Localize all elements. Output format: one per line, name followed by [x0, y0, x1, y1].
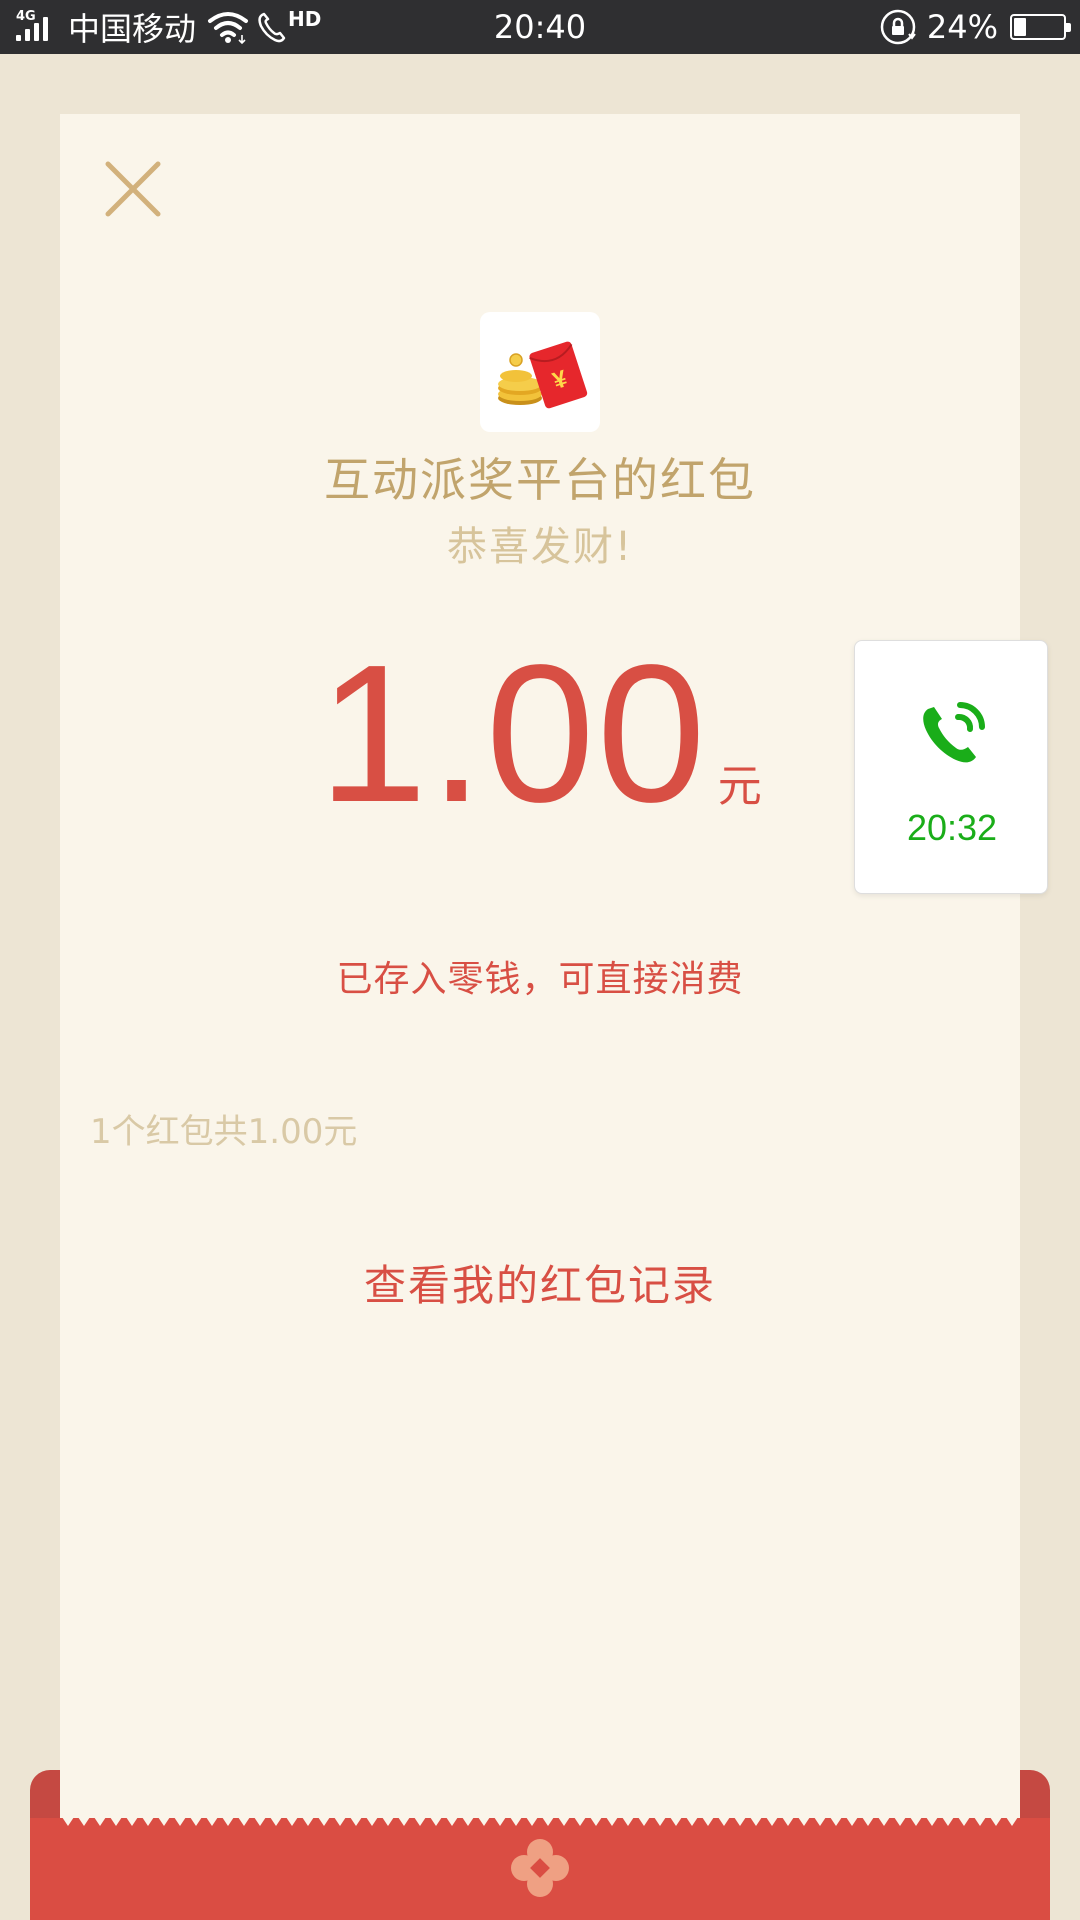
- greeting-message: 恭喜发财!: [446, 524, 634, 570]
- amount-value: 1.00: [318, 624, 708, 843]
- red-packet-coins-icon: ¥: [498, 341, 588, 409]
- rotation-lock-icon: [880, 9, 916, 45]
- sender-name: 互动派奖平台的红包: [324, 453, 756, 507]
- status-bar: 4G 中国移动 HD 20:40 24%: [0, 0, 1080, 54]
- zigzag-edge: [60, 1814, 1020, 1826]
- battery-icon: [1010, 14, 1071, 40]
- view-records-link[interactable]: 查看我的红包记录: [60, 1252, 1020, 1313]
- sender-avatar: ¥: [480, 312, 600, 432]
- close-icon[interactable]: [102, 158, 164, 220]
- status-bar-right: 24%: [879, 0, 1071, 54]
- amount-unit: 元: [717, 761, 762, 812]
- deposit-note: 已存入零钱，可直接消费: [336, 959, 744, 1000]
- battery-level: [1014, 18, 1026, 36]
- call-duration: 20:32: [906, 807, 998, 848]
- phone-call-icon: [923, 702, 985, 763]
- battery-percent: 24%: [926, 8, 998, 46]
- red-packet-detail-card: ¥ 互动派奖平台的红包 恭喜发财! 1.00 元 已存入零钱，可直接消费 1个红包…: [60, 114, 1020, 1830]
- packet-summary: 1个红包共1.00元: [90, 1112, 358, 1152]
- ongoing-call-widget[interactable]: 20:32: [854, 640, 1048, 894]
- flower-logo-icon: [511, 1839, 569, 1897]
